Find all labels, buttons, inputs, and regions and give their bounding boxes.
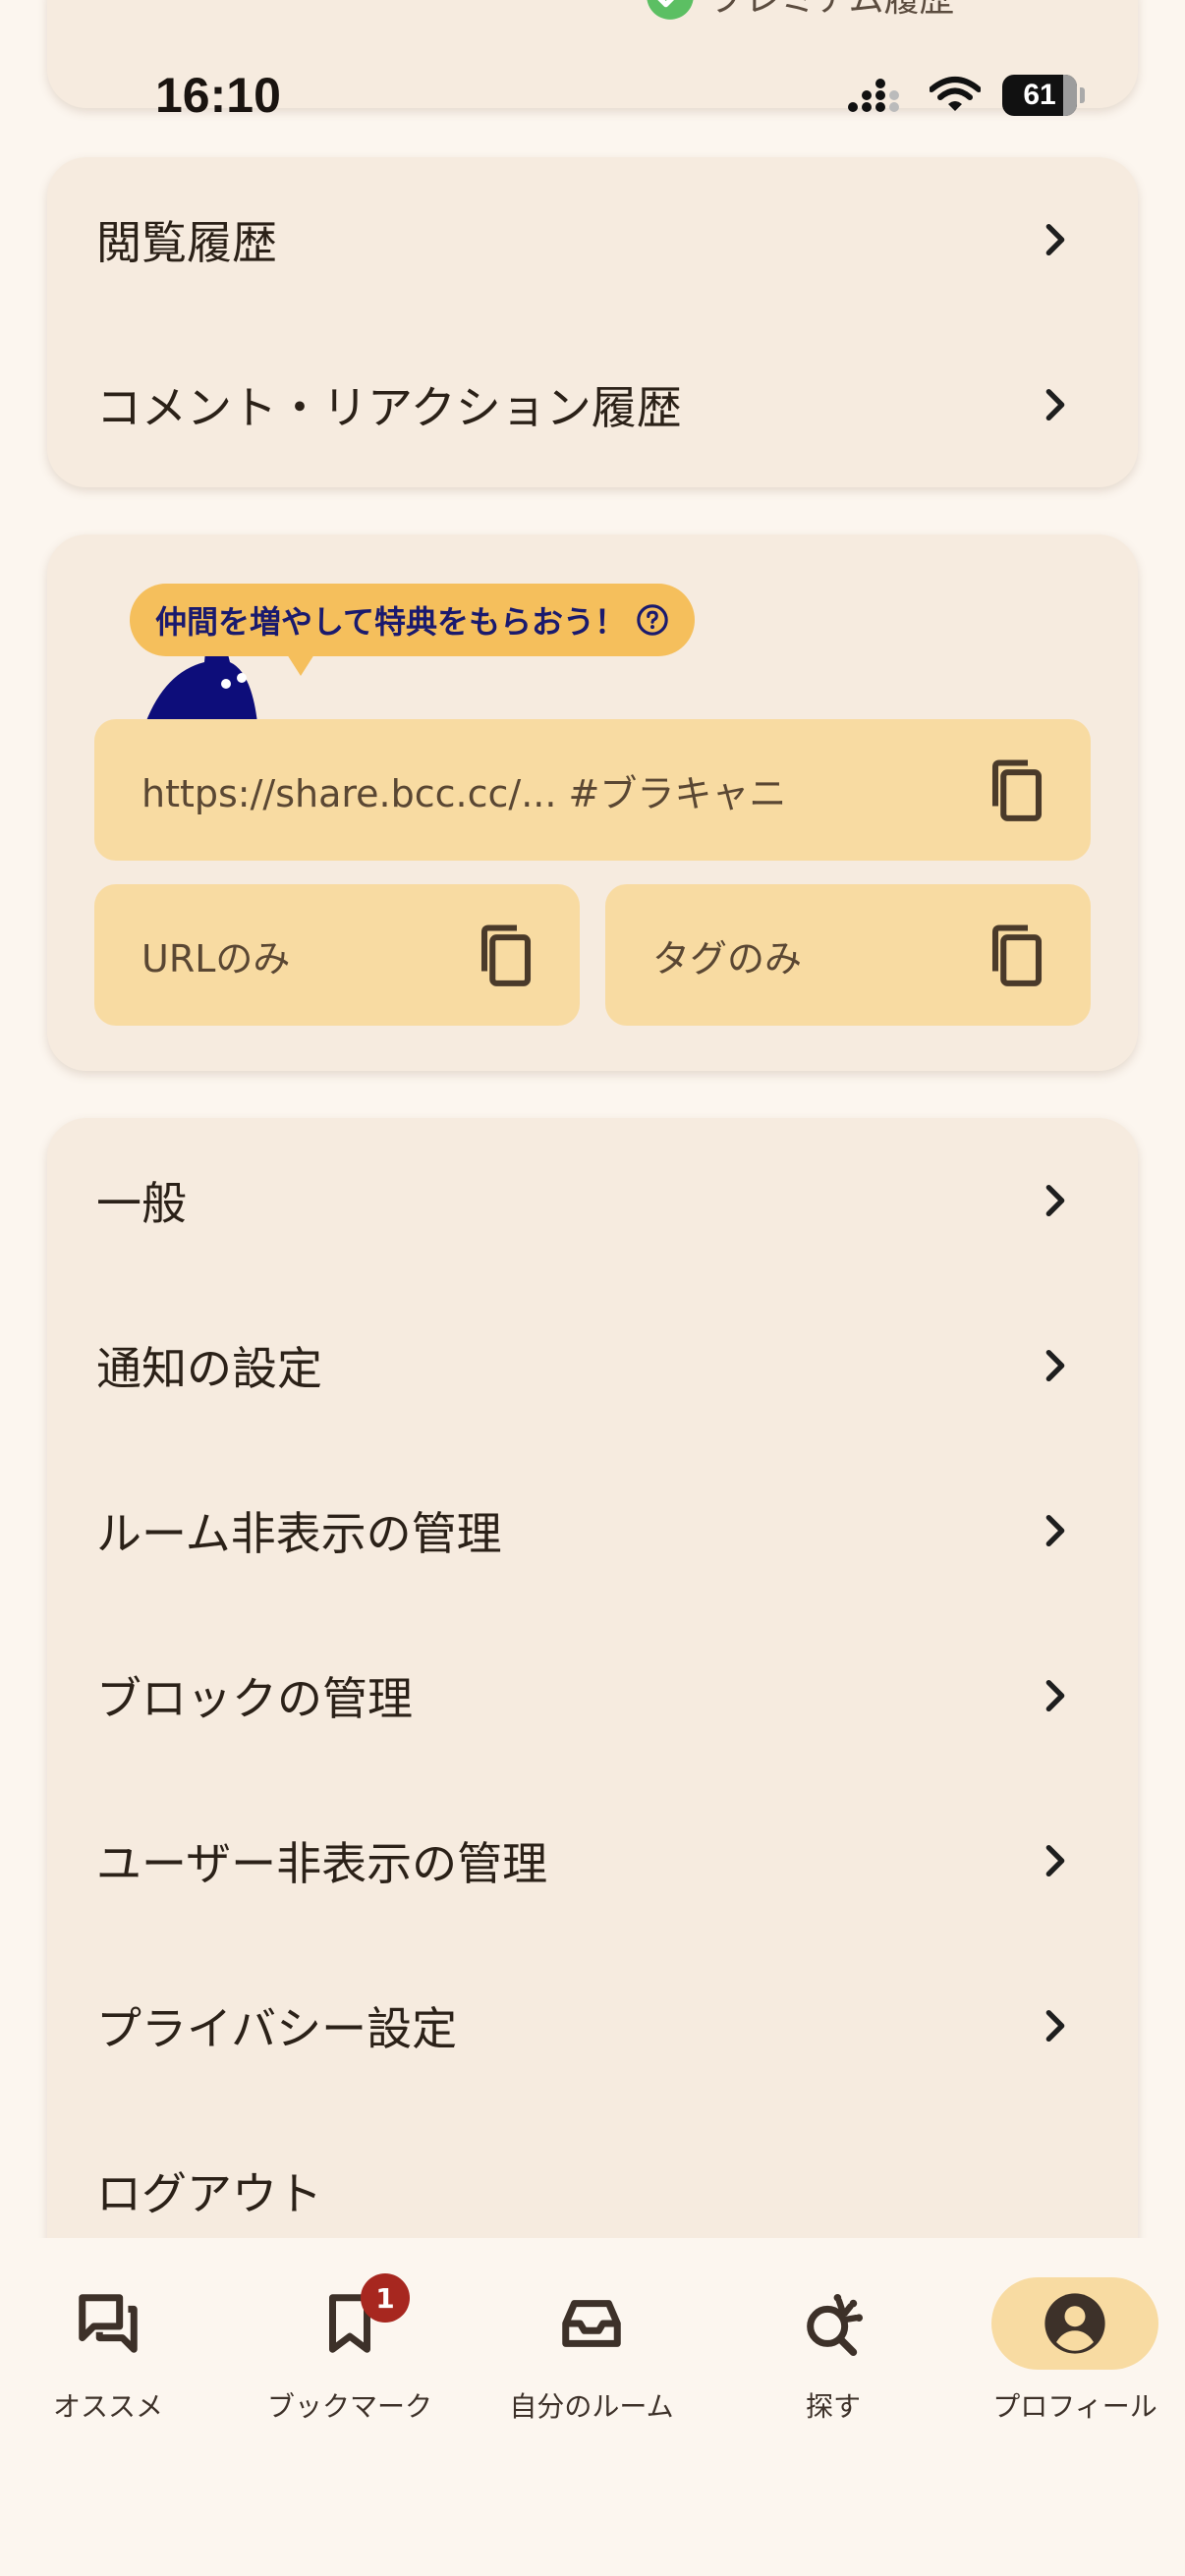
status-time: 16:10 — [155, 68, 281, 123]
invite-text: 仲間を増やして特典をもらおう！ — [155, 603, 627, 641]
copy-full-share-button[interactable]: https://share.bcc.cc/... #ブラキャニ — [94, 719, 1091, 861]
copy-tag-button[interactable]: タグのみ — [605, 884, 1091, 1026]
chevron-right-icon — [1045, 389, 1065, 420]
menu-item-label: ログアウト — [96, 2167, 322, 2220]
chat-icon — [79, 2294, 138, 2353]
menu-item-hidden-users[interactable]: ユーザー非表示の管理 — [47, 1778, 1138, 1943]
chevron-right-icon — [1045, 1515, 1065, 1546]
url-only-label: URLのみ — [141, 936, 291, 980]
battery-level: 61 — [1023, 79, 1056, 111]
check-circle-icon — [647, 0, 694, 20]
menu-item-label: 一般 — [96, 1177, 187, 1230]
nav-item-bookmark[interactable]: 1 ブックマーク — [242, 2273, 458, 2425]
invite-bubble[interactable]: 仲間を増やして特典をもらおう！ — [130, 584, 696, 676]
nav-label: ブックマーク — [266, 2390, 432, 2423]
copy-icon — [480, 924, 532, 986]
signal-icon — [848, 79, 899, 112]
wifi-icon — [930, 77, 981, 111]
account-icon — [1044, 2293, 1105, 2354]
battery-icon: 61 — [1002, 75, 1085, 116]
nav-item-recommended[interactable]: オススメ — [0, 2277, 216, 2425]
copy-icon — [991, 924, 1043, 986]
search-explore-icon — [807, 2293, 864, 2356]
chevron-right-icon — [1045, 1680, 1065, 1711]
chevron-right-icon — [1045, 1845, 1065, 1876]
nav-item-explore[interactable]: 探す — [725, 2277, 941, 2425]
chevron-right-icon — [1045, 224, 1065, 255]
menu-item-label: ブロックの管理 — [96, 1672, 413, 1725]
notification-badge: 1 — [361, 2273, 410, 2323]
status-icons: 61 — [847, 73, 1085, 118]
menu-item-label: 閲覧履歴 — [96, 216, 277, 269]
menu-item-hidden-rooms[interactable]: ルーム非表示の管理 — [47, 1448, 1138, 1613]
menu-item-notifications[interactable]: 通知の設定 — [47, 1283, 1138, 1448]
nav-label: プロフィール — [992, 2390, 1157, 2423]
bottom-navigation: オススメ 1 ブックマーク 自分のルーム 探す プロフィール — [0, 2238, 1185, 2576]
help-icon[interactable] — [636, 603, 669, 637]
menu-item-label: プライバシー設定 — [96, 2002, 458, 2055]
menu-item-label: ユーザー非表示の管理 — [96, 1837, 548, 1890]
nav-label: 自分のルーム — [509, 2390, 674, 2423]
nav-label: 探す — [805, 2390, 861, 2423]
menu-item-block-management[interactable]: ブロックの管理 — [47, 1613, 1138, 1778]
menu-item-view-history[interactable]: 閲覧履歴 — [47, 157, 1138, 322]
inbox-icon — [562, 2300, 621, 2347]
settings-card: 一般 通知の設定 ルーム非表示の管理 ブロックの管理 ユーザー非表示の管理 プラ… — [47, 1118, 1138, 2297]
chevron-right-icon — [1045, 2009, 1065, 2042]
menu-item-comment-history[interactable]: コメント・リアクション履歴 — [47, 322, 1138, 487]
tag-only-label: タグのみ — [652, 936, 803, 980]
menu-item-label: ルーム非表示の管理 — [96, 1507, 502, 1560]
menu-item-label: コメント・リアクション履歴 — [96, 381, 682, 434]
premium-history-label: プレミアム履歴 — [709, 0, 954, 22]
menu-item-label: 通知の設定 — [96, 1342, 322, 1395]
nav-item-my-room[interactable]: 自分のルーム — [483, 2277, 700, 2425]
menu-item-general[interactable]: 一般 — [47, 1118, 1138, 1283]
nav-label: オススメ — [52, 2390, 163, 2423]
copy-icon — [991, 759, 1043, 821]
nav-item-profile[interactable]: プロフィール — [967, 2277, 1183, 2425]
share-full-text: https://share.bcc.cc/... #ブラキャニ — [141, 771, 787, 815]
copy-url-button[interactable]: URLのみ — [94, 884, 580, 1026]
share-card: 仲間を増やして特典をもらおう！ https://share.bcc.cc/...… — [47, 534, 1138, 1071]
chevron-right-icon — [1045, 1350, 1065, 1381]
active-indicator — [991, 2277, 1158, 2370]
history-card: 閲覧履歴 コメント・リアクション履歴 — [47, 157, 1138, 487]
menu-item-privacy[interactable]: プライバシー設定 — [47, 1943, 1138, 2108]
premium-history-row[interactable]: プレミアム履歴 — [645, 0, 954, 24]
chevron-right-icon — [1045, 1185, 1065, 1216]
